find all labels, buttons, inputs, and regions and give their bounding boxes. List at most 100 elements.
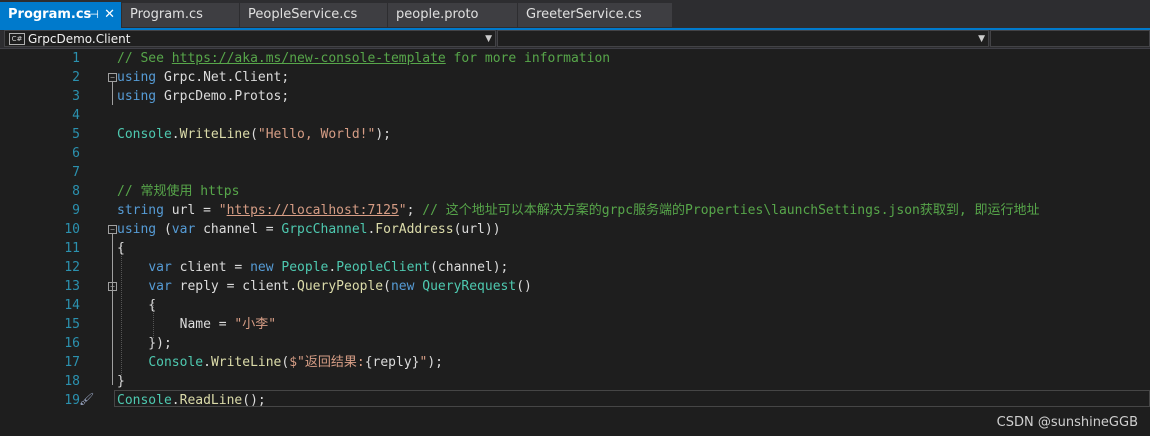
pin-icon[interactable]: ⊣ (89, 2, 99, 28)
code-line[interactable]: 6 (0, 144, 1150, 163)
code-text[interactable]: { (117, 239, 125, 258)
tab-label: PeopleService.cs (248, 7, 358, 22)
token-type: GrpcChannel (281, 222, 368, 237)
line-number: 6 (72, 146, 80, 161)
code-text[interactable]: Console.WriteLine("Hello, World!"); (117, 125, 391, 144)
line-number: 17 (64, 355, 80, 370)
token-type: Console (148, 355, 204, 370)
code-text[interactable]: using (var channel = GrpcChannel.ForAddr… (117, 220, 501, 239)
csharp-project-icon: C# (9, 32, 25, 45)
token-plain: () (516, 279, 532, 294)
tab-people-service-cs[interactable]: PeopleService.cs (240, 3, 388, 27)
token-comment: // See (117, 51, 172, 66)
code-text[interactable]: var client = new People.PeopleClient(cha… (117, 258, 508, 277)
line-number: 9 (72, 203, 80, 218)
token-kw: using (117, 70, 157, 85)
code-line[interactable]: 9 string url = "https://localhost:7125"; … (0, 201, 1150, 220)
code-line[interactable]: 19 Console.ReadLine(); (0, 391, 1150, 410)
tab-program-cs[interactable]: Program.cs (122, 3, 240, 27)
line-number: 7 (72, 165, 80, 180)
close-icon[interactable]: ✕ (104, 2, 115, 28)
token-method: WriteLine (179, 127, 251, 142)
code-text[interactable]: }); (117, 334, 172, 353)
token-method: ForAddress (375, 222, 454, 237)
code-line[interactable]: 11 { (0, 239, 1150, 258)
token-plain: ( (383, 279, 391, 294)
code-line[interactable]: 8 // 常规使用 https (0, 182, 1150, 201)
token-type: PeopleClient (336, 260, 431, 275)
token-plain: . (171, 127, 180, 142)
token-plain: { (117, 298, 157, 313)
code-line[interactable]: 13 var reply = client.QueryPeople(new Qu… (0, 277, 1150, 296)
tab-label: GreeterService.cs (526, 7, 642, 22)
member-dropdown[interactable] (990, 30, 1150, 47)
code-line[interactable]: 17 Console.WriteLine($"返回结果:{reply}"); (0, 353, 1150, 372)
code-line[interactable]: 16 }); (0, 334, 1150, 353)
line-number: 13 (64, 279, 80, 294)
token-kw: new (390, 279, 415, 294)
line-number: 14 (64, 298, 80, 313)
code-text[interactable]: var reply = client.QueryPeople(new Query… (117, 277, 532, 296)
line-number: 4 (72, 108, 80, 123)
code-line[interactable]: 14 { (0, 296, 1150, 315)
token-method: ReadLine (179, 393, 243, 408)
tab-people-proto[interactable]: people.proto (388, 3, 518, 27)
token-kw: var (171, 222, 196, 237)
code-line[interactable]: 18} (0, 372, 1150, 391)
token-comment: for more information (445, 51, 611, 66)
chevron-down-icon[interactable]: ▼ (485, 31, 492, 48)
chevron-down-icon[interactable]: ▼ (978, 31, 985, 48)
line-number: 1 (72, 51, 80, 66)
code-text[interactable]: using Grpc.Net.Client; (117, 68, 289, 87)
code-text[interactable]: Console.WriteLine($"返回结果:{reply}"); (117, 353, 443, 372)
code-text[interactable]: } (117, 372, 125, 391)
token-plain: ( (250, 127, 258, 142)
token-strlink[interactable]: https://localhost:7125 (227, 203, 399, 218)
tab-label: Program.cs (8, 7, 92, 22)
token-str: "Hello, World!" (257, 127, 376, 142)
project-dropdown[interactable]: C# GrpcDemo.Client ▼ (4, 30, 496, 47)
navigation-bar: C# GrpcDemo.Client ▼ ▼ (0, 30, 1150, 49)
token-kw: new (250, 260, 274, 275)
code-text[interactable]: Name = "小李" (117, 315, 276, 334)
token-plain: . (328, 260, 337, 275)
tab-program-cs-active[interactable]: Program.cs ⊣ ✕ (0, 2, 122, 28)
code-line[interactable]: 4 (0, 106, 1150, 125)
line-number: 8 (72, 184, 80, 199)
code-line[interactable]: 15 Name = "小李" (0, 315, 1150, 334)
code-line[interactable]: 5 Console.WriteLine("Hello, World!"); (0, 125, 1150, 144)
code-line[interactable]: 1 // See https://aka.ms/new-console-templ… (0, 49, 1150, 68)
code-text[interactable]: string url = "https://localhost:7125"; /… (117, 201, 1040, 220)
line-number: 5 (72, 127, 80, 142)
code-text[interactable]: Console.ReadLine(); (117, 391, 266, 410)
line-number: 18 (64, 374, 80, 389)
tab-greeter-service-cs[interactable]: GreeterService.cs (518, 3, 673, 27)
code-line[interactable]: 3 using GrpcDemo.Protos; (0, 87, 1150, 106)
token-plain: (url)) (453, 222, 501, 237)
code-text[interactable]: { (117, 296, 156, 315)
watermark: CSDN @sunshineGGB (996, 415, 1138, 430)
code-line[interactable]: 12 var client = new People.PeopleClient(… (0, 258, 1150, 277)
token-link[interactable]: https://aka.ms/new-console-template (172, 51, 446, 66)
token-plain: client = (171, 260, 251, 275)
tab-label: people.proto (396, 7, 479, 22)
token-plain: . (171, 393, 180, 408)
type-dropdown[interactable]: ▼ (497, 30, 989, 47)
token-comment: // 这个地址可以本解决方案的grpc服务端的Properties\launch… (422, 203, 1040, 218)
code-line[interactable]: 10 using (var channel = GrpcChannel.ForAd… (0, 220, 1150, 239)
code-text[interactable]: using GrpcDemo.Protos; (117, 87, 289, 106)
code-editor[interactable]: − − − 🖌 1// See https://aka.ms/new-conso… (0, 49, 1150, 436)
code-line[interactable]: 2 using Grpc.Net.Client; (0, 68, 1150, 87)
token-str: $"返回结果: (289, 355, 365, 370)
code-text[interactable]: // See https://aka.ms/new-console-templa… (117, 49, 610, 68)
code-line[interactable]: 7 (0, 163, 1150, 182)
code-text[interactable]: // 常规使用 https (117, 182, 239, 201)
token-plain: Grpc.Net.Client; (156, 70, 290, 85)
token-str: " (398, 203, 407, 218)
line-number: 16 (64, 336, 80, 351)
token-plain: channel = (195, 222, 282, 237)
token-type: People (281, 260, 329, 275)
